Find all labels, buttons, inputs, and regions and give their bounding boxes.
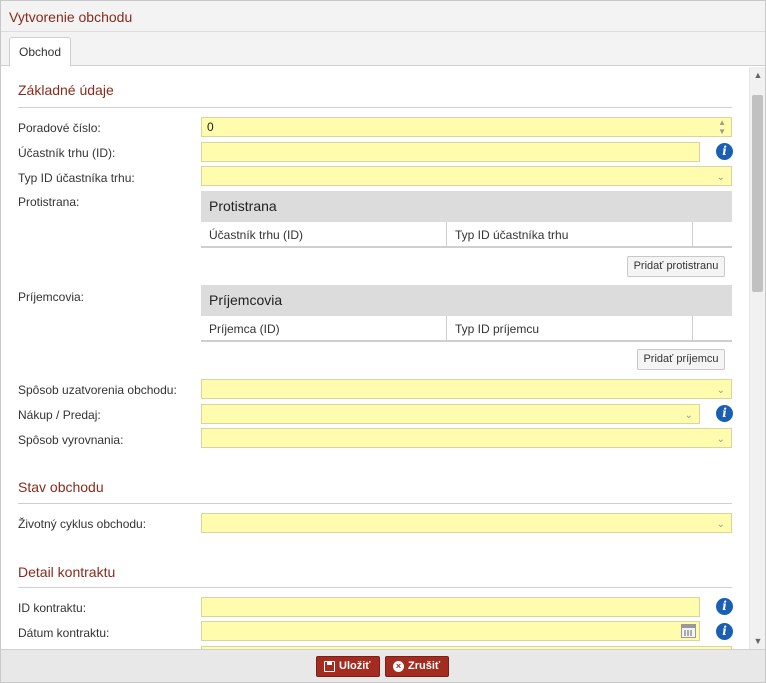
stepper-icon[interactable]: ▲ ▼ bbox=[718, 118, 726, 136]
label-participant-id-type: Typ ID účastníka trhu: bbox=[18, 171, 135, 185]
settlement-method-select[interactable]: ⌄ bbox=[201, 428, 732, 448]
recipients-table-columns: Príjemca (ID) Typ ID príjemcu bbox=[201, 316, 732, 342]
title-bar: Vytvorenie obchodu bbox=[1, 1, 765, 32]
cancel-icon: × bbox=[393, 661, 404, 672]
cancel-button-label: Zrušiť bbox=[408, 660, 441, 672]
scroll-thumb[interactable] bbox=[752, 95, 763, 292]
contract-id-input[interactable] bbox=[201, 597, 700, 617]
info-icon[interactable]: i bbox=[716, 598, 733, 615]
participant-id-type-select[interactable]: ⌄ bbox=[201, 166, 732, 186]
dialog-title: Vytvorenie obchodu bbox=[9, 9, 133, 25]
column-header bbox=[693, 316, 732, 342]
calendar-icon[interactable] bbox=[681, 624, 696, 638]
column-header: Typ ID príjemcu bbox=[447, 316, 693, 342]
save-icon bbox=[324, 661, 335, 672]
tab-strip: Obchod bbox=[1, 32, 765, 67]
column-header: Účastník trhu (ID) bbox=[201, 222, 447, 248]
section-divider bbox=[18, 503, 732, 504]
info-icon[interactable]: i bbox=[716, 405, 733, 422]
label-closing-method: Spôsob uzatvorenia obchodu: bbox=[18, 383, 177, 397]
label-market-participant: Účastník trhu (ID): bbox=[18, 146, 116, 160]
scroll-up-icon[interactable]: ▲ bbox=[750, 67, 766, 83]
label-buy-sell: Nákup / Predaj: bbox=[18, 408, 101, 422]
label-lifecycle: Životný cyklus obchodu: bbox=[18, 517, 147, 531]
add-recipient-button[interactable]: Pridať príjemcu bbox=[637, 349, 725, 370]
dialog-footer: Uložiť × Zrušiť bbox=[1, 649, 765, 682]
contract-date-input[interactable] bbox=[201, 621, 700, 641]
chevron-down-icon: ⌄ bbox=[716, 519, 725, 530]
label-contract-date: Dátum kontraktu: bbox=[18, 626, 110, 640]
save-button[interactable]: Uložiť bbox=[316, 656, 380, 677]
column-header: Typ ID účastníka trhu bbox=[447, 222, 693, 248]
order-number-input[interactable]: 0 ▲ ▼ bbox=[201, 117, 732, 137]
buy-sell-select[interactable]: ⌄ bbox=[201, 404, 700, 424]
scroll-down-icon[interactable]: ▼ bbox=[750, 633, 766, 649]
cancel-button[interactable]: × Zrušiť bbox=[385, 656, 449, 677]
column-header: Príjemca (ID) bbox=[201, 316, 447, 342]
tab-obchod[interactable]: Obchod bbox=[9, 37, 71, 67]
counterparty-table-columns: Účastník trhu (ID) Typ ID účastníka trhu bbox=[201, 222, 732, 248]
recipients-table-header: Príjemcovia bbox=[201, 285, 732, 316]
chevron-down-icon: ⌄ bbox=[716, 434, 725, 445]
label-contract-id: ID kontraktu: bbox=[18, 601, 87, 615]
section-divider bbox=[18, 107, 732, 108]
section-title-basic: Základné údaje bbox=[18, 82, 114, 98]
counterparty-table-header: Protistrana bbox=[201, 191, 732, 222]
info-icon[interactable]: i bbox=[716, 623, 733, 640]
label-settlement-method: Spôsob vyrovnania: bbox=[18, 433, 124, 447]
dialog-window: Vytvorenie obchodu Obchod Základné údaje… bbox=[0, 0, 766, 683]
vertical-scrollbar[interactable]: ▲ ▼ bbox=[749, 67, 765, 649]
label-counterparty: Protistrana: bbox=[18, 195, 80, 209]
chevron-down-icon: ⌄ bbox=[716, 385, 725, 396]
section-title-state: Stav obchodu bbox=[18, 479, 104, 495]
form-content: Základné údaje Poradové číslo: 0 ▲ ▼ Účas… bbox=[1, 67, 749, 649]
add-counterparty-button[interactable]: Pridať protistranu bbox=[627, 256, 725, 277]
section-divider bbox=[18, 587, 732, 588]
column-header bbox=[693, 222, 732, 248]
lifecycle-select[interactable]: ⌄ bbox=[201, 513, 732, 533]
chevron-down-icon: ⌄ bbox=[716, 172, 725, 183]
closing-method-select[interactable]: ⌄ bbox=[201, 379, 732, 399]
market-participant-input[interactable] bbox=[201, 142, 700, 162]
save-button-label: Uložiť bbox=[339, 660, 371, 672]
info-icon[interactable]: i bbox=[716, 143, 733, 160]
chevron-down-icon: ⌄ bbox=[684, 410, 693, 421]
label-recipients: Príjemcovia: bbox=[18, 290, 85, 304]
section-title-contract: Detail kontraktu bbox=[18, 564, 116, 580]
label-order-number: Poradové číslo: bbox=[18, 121, 101, 135]
order-number-value: 0 bbox=[207, 120, 214, 134]
